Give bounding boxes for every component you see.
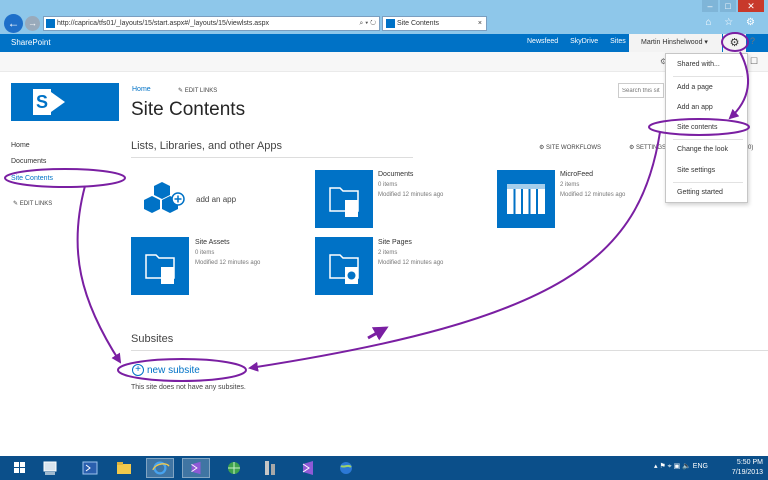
site-assets-tile[interactable] — [131, 237, 189, 295]
user-menu[interactable]: Martin Hinshelwood ▾ — [629, 34, 722, 52]
menu-item-shared-with[interactable]: Shared with... — [666, 61, 749, 68]
taskbar: ▴ ⚑ ⌖ ▣ 🔈 ENG 5:50 PM 7/19/2013 — [0, 456, 768, 480]
screen: – □ ✕ ← → http://caprica/tfs01/_layouts/… — [0, 0, 768, 480]
folder-pages-icon — [329, 254, 359, 284]
menu-item-add-an-app[interactable]: Add an app — [666, 104, 749, 111]
menu-item-site-settings[interactable]: Site settings — [666, 167, 749, 174]
settings-gear-icon[interactable]: ⚙ — [723, 34, 746, 52]
plus-circle-icon: + — [132, 364, 144, 376]
address-url: http://caprica/tfs01/_layouts/15/start.a… — [57, 20, 270, 27]
documents-title[interactable]: Documents — [378, 171, 413, 178]
quick-launch-site-contents[interactable]: Site Contents — [11, 175, 53, 182]
windows-start-icon[interactable] — [6, 458, 34, 478]
suite-link-sites[interactable]: Sites — [610, 38, 626, 45]
breadcrumb-home-link[interactable]: Home — [132, 86, 151, 93]
menu-item-getting-started[interactable]: Getting started — [666, 189, 749, 196]
visual-studio-2-icon[interactable] — [294, 458, 322, 478]
annotation-cursor-arrow — [367, 326, 389, 341]
lists-section-title: Lists, Libraries, and other Apps — [131, 140, 283, 152]
tab-close-icon[interactable]: × — [478, 17, 482, 30]
list-grid-icon — [507, 184, 545, 214]
menu-separator — [673, 182, 743, 183]
clock[interactable]: 5:50 PM 7/19/2013 — [718, 458, 763, 478]
maximize-button[interactable]: □ — [720, 0, 736, 12]
powershell-icon[interactable] — [76, 458, 104, 478]
server-manager-icon[interactable] — [36, 458, 64, 478]
search-input[interactable] — [618, 83, 664, 98]
browser-tab-site-contents[interactable]: Site Contents × — [382, 16, 487, 31]
site-pages-modified: Modified 12 minutes ago — [378, 260, 444, 266]
no-subsites-message: This site does not have any subsites. — [131, 384, 246, 391]
site-pages-title[interactable]: Site Pages — [378, 239, 412, 246]
sql-server-icon[interactable] — [256, 458, 284, 478]
logo-letter: S — [33, 89, 51, 115]
suite-link-newsfeed[interactable]: Newsfeed — [527, 38, 558, 45]
clock-time: 5:50 PM — [736, 459, 763, 466]
site-logo[interactable]: S — [11, 83, 119, 121]
ribbon: ⚙ ☐ — [0, 52, 768, 72]
browser-chrome: – □ ✕ ← → http://caprica/tfs01/_layouts/… — [0, 0, 768, 34]
microfeed-modified: Modified 12 minutes ago — [560, 192, 626, 198]
documents-tile[interactable] — [315, 170, 373, 228]
minimize-button[interactable]: – — [702, 0, 718, 12]
address-actions[interactable]: ⌕ ▾ ↻ — [359, 17, 376, 30]
help-icon[interactable]: ? — [750, 36, 755, 46]
subsites-divider — [131, 350, 768, 351]
suite-links: Newsfeed SkyDrive Sites — [527, 38, 626, 45]
suite-link-skydrive[interactable]: SkyDrive — [570, 38, 598, 45]
section-divider — [131, 157, 413, 158]
annotation-arrow-nav-to-subsite — [76, 185, 122, 364]
logo-arrow-icon — [51, 92, 65, 112]
visual-studio-icon[interactable] — [182, 458, 210, 478]
back-button[interactable]: ← — [4, 14, 23, 33]
sharepoint-favicon-icon — [46, 19, 55, 28]
documents-item-count: 0 items — [378, 182, 398, 188]
site-workflows-link[interactable]: ⚙ SITE WORKFLOWS — [539, 144, 601, 151]
quick-launch-home[interactable]: Home — [11, 142, 30, 149]
tab-title: Site Contents — [397, 20, 440, 27]
menu-item-add-a-page[interactable]: Add a page — [666, 84, 749, 91]
quick-launch-documents[interactable]: Documents — [11, 158, 46, 165]
menu-item-site-contents[interactable]: Site contents — [666, 124, 749, 131]
network-globe-icon[interactable] — [220, 458, 248, 478]
menu-separator — [673, 76, 743, 77]
browser-toolbar-icons[interactable]: ⌂ ☆ ⚙ — [705, 17, 760, 28]
internet-explorer-icon[interactable] — [146, 458, 174, 478]
folder-document-icon — [329, 187, 359, 217]
menu-item-change-the-look[interactable]: Change the look — [666, 146, 749, 153]
microfeed-title[interactable]: MicroFeed — [560, 171, 593, 178]
annotation-arrow-menu-to-subsite — [248, 131, 661, 372]
brand-label[interactable]: SharePoint — [11, 38, 51, 47]
file-explorer-icon[interactable] — [110, 458, 138, 478]
menu-separator — [673, 139, 743, 140]
site-pages-tile[interactable] — [315, 237, 373, 295]
system-tray[interactable]: ▴ ⚑ ⌖ ▣ 🔈 ENG — [654, 462, 708, 471]
page-title: Site Contents — [131, 99, 246, 120]
focus-icon[interactable]: ☐ — [750, 56, 758, 67]
address-bar[interactable]: http://caprica/tfs01/_layouts/15/start.a… — [43, 16, 380, 31]
add-app-label[interactable]: add an app — [196, 195, 236, 204]
close-window-button[interactable]: ✕ — [738, 0, 764, 12]
site-pages-item-count: 2 items — [378, 250, 398, 256]
world-globe-icon[interactable] — [332, 458, 360, 478]
edit-links-top[interactable]: ✎ EDIT LINKS — [178, 87, 217, 94]
site-assets-item-count: 0 items — [195, 250, 215, 256]
microfeed-item-count: 2 items — [560, 182, 580, 188]
tab-favicon-icon — [386, 19, 395, 28]
documents-modified: Modified 12 minutes ago — [378, 192, 444, 198]
new-subsite-label: new subsite — [147, 364, 200, 376]
site-assets-modified: Modified 12 minutes ago — [195, 260, 261, 266]
microfeed-tile[interactable] — [497, 170, 555, 228]
site-assets-title[interactable]: Site Assets — [195, 239, 230, 246]
add-app-icon[interactable] — [140, 180, 190, 220]
folder-document-icon — [145, 254, 175, 284]
clock-date: 7/19/2013 — [731, 469, 763, 476]
forward-button[interactable]: → — [25, 16, 40, 31]
subsites-title: Subsites — [131, 333, 174, 345]
new-subsite-link[interactable]: + new subsite — [132, 364, 200, 376]
settings-link[interactable]: ⚙ SETTINGS — [629, 144, 665, 151]
settings-menu: Shared with... Add a page Add an app Sit… — [665, 53, 748, 203]
quick-launch-edit-links[interactable]: ✎ EDIT LINKS — [13, 200, 52, 207]
window-controls: – □ ✕ — [700, 0, 764, 12]
